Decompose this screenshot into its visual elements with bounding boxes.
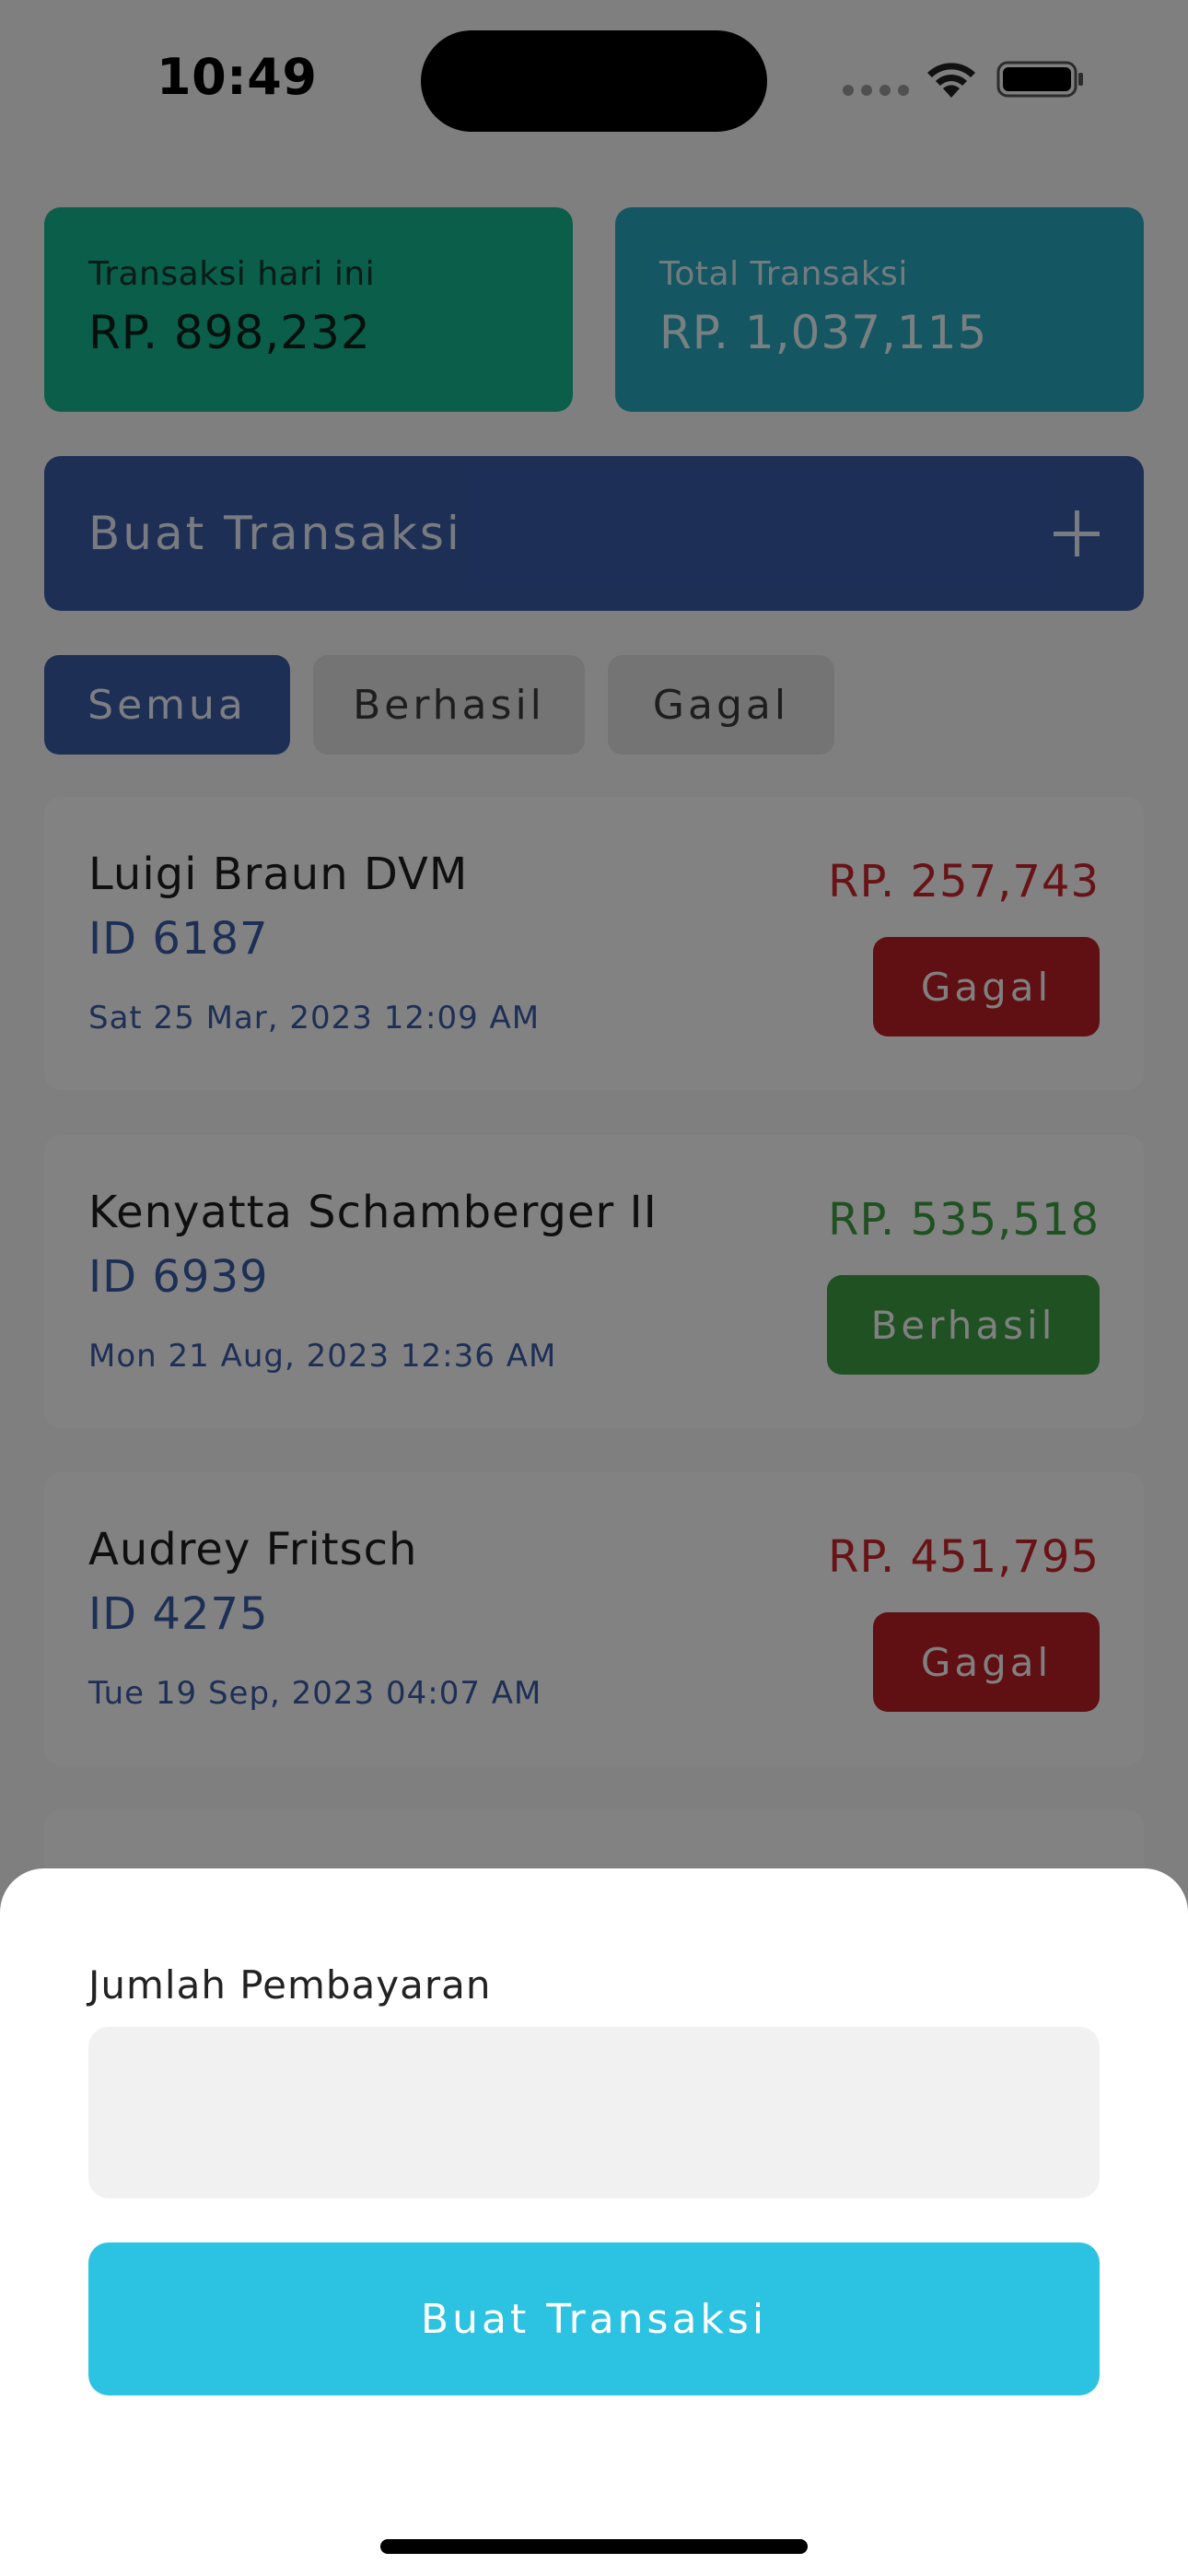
submit-transaction-button[interactable]: Buat Transaksi (88, 2242, 1100, 2395)
payment-amount-input[interactable] (88, 2027, 1100, 2198)
home-indicator[interactable] (380, 2539, 808, 2554)
create-transaction-sheet: Jumlah Pembayaran Buat Transaksi (0, 1868, 1188, 2576)
app-screen: 10:49 Transaksi hari ini RP. 898,232 Tot… (0, 0, 1188, 2576)
payment-amount-label: Jumlah Pembayaran (88, 1962, 492, 2008)
